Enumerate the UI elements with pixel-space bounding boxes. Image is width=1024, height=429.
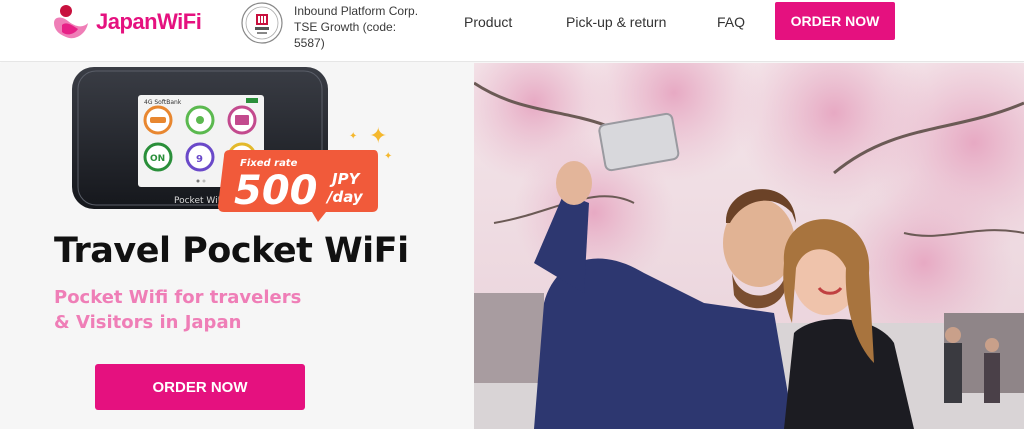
brand-name: JapanWiFi [96, 9, 202, 35]
nav-pickup-return[interactable]: Pick-up & return [566, 14, 666, 30]
brand-logo[interactable]: JapanWiFi [52, 2, 202, 42]
nav-product[interactable]: Product [464, 14, 512, 30]
header-order-button[interactable]: ORDER NOW [775, 2, 895, 40]
couple-selfie-cherry-blossom-photo [474, 63, 1024, 429]
badge-price: 500 [234, 168, 318, 214]
brand-suffix: WiFi [157, 9, 202, 34]
device-tile-count: 9 [196, 154, 203, 165]
hero-subtitle-line-1: Pocket Wifi for travelers [54, 287, 302, 308]
site-header: JapanWiFi Inbound Platform Corp. TSE Gro… [0, 0, 1024, 62]
corporate-info: Inbound Platform Corp. TSE Growth (code:… [294, 3, 426, 51]
sparkle-small-icon: ✦ [349, 131, 358, 142]
sparkle-icon: ✦ [369, 123, 388, 148]
device-carrier-text: 4G SoftBank [144, 99, 182, 106]
badge-unit: /day [325, 188, 364, 206]
corp-line-1: Inbound Platform Corp. [294, 4, 419, 18]
hero-title: Travel Pocket WiFi [54, 231, 409, 271]
fixed-rate-badge: Fixed rate 500 JPY /day [218, 150, 378, 222]
tse-seal-icon [241, 2, 283, 44]
nav-faq[interactable]: FAQ [717, 14, 745, 30]
device-tile-on: ON [150, 154, 165, 164]
japanwifi-logo-icon [54, 5, 88, 39]
sparkle-small-icon-2: ✦ [384, 151, 393, 162]
brand-prefix: Japan [96, 9, 158, 34]
hero-section: 4G SoftBank ON 9 Pocket WiFi ✦ ✦ ✦ Fixed… [0, 63, 474, 429]
corp-line-3: 5587) [294, 36, 325, 50]
hero-subtitle: Pocket Wifi for travelers & Visitors in … [54, 285, 301, 335]
hero-subtitle-line-2: & Visitors in Japan [54, 312, 242, 333]
corp-line-2: TSE Growth (code: [294, 20, 397, 34]
badge-currency: JPY [329, 170, 362, 188]
hero-order-button[interactable]: ORDER NOW [95, 364, 305, 410]
